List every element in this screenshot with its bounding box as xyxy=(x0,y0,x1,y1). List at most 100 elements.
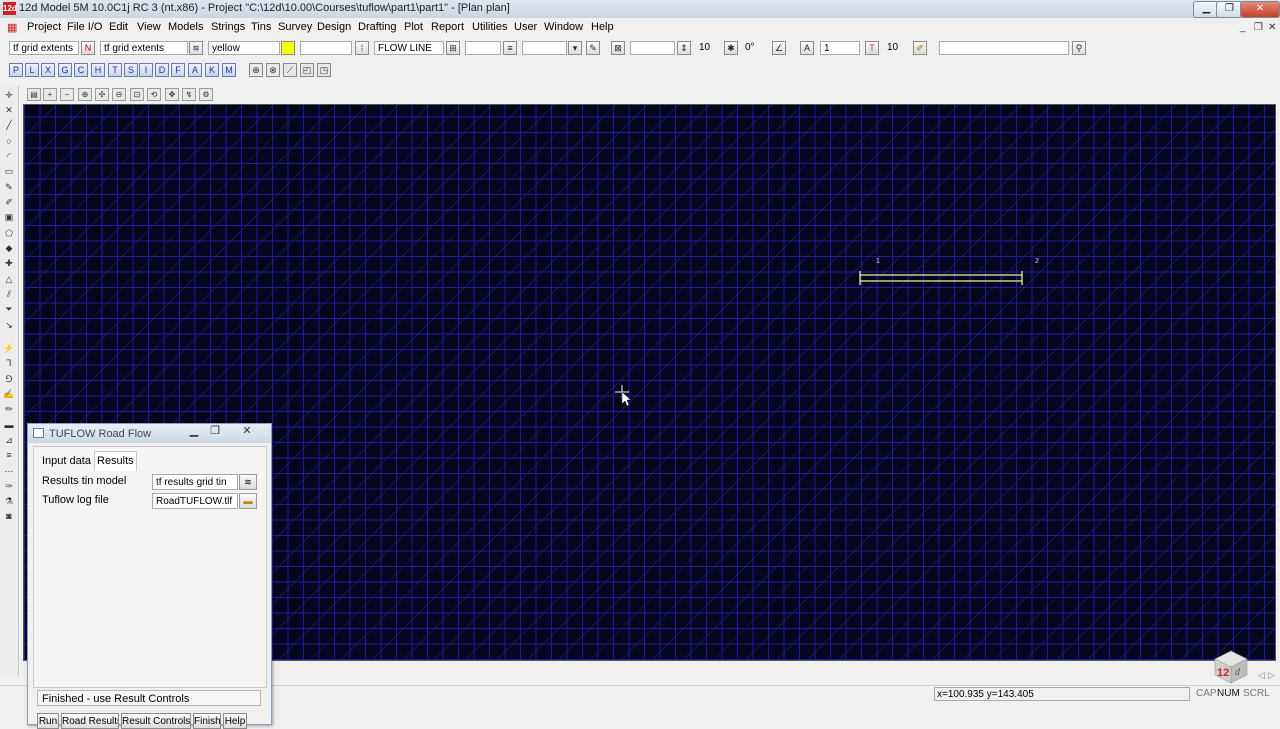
new-model-button[interactable]: N xyxy=(81,41,95,55)
menu-models[interactable]: Models xyxy=(168,21,203,33)
text-height-field[interactable]: 1 xyxy=(820,41,860,55)
snap-i-button[interactable]: I xyxy=(139,63,153,77)
snap-s-button[interactable]: S xyxy=(124,63,138,77)
maximize-button[interactable]: ❐ xyxy=(1216,1,1243,18)
rectangle-icon[interactable]: ▭ xyxy=(3,166,15,177)
zoom-window-icon[interactable]: ⊡ xyxy=(130,88,144,101)
flask-icon[interactable]: ⚗ xyxy=(3,496,15,507)
line-icon[interactable]: ╱ xyxy=(3,120,15,131)
rotate-icon[interactable]: ✱ xyxy=(724,41,738,55)
colour-swatch-button[interactable] xyxy=(281,41,295,55)
snap-k-button[interactable]: K xyxy=(205,63,219,77)
search-field[interactable] xyxy=(939,41,1069,55)
menu-edit[interactable]: Edit xyxy=(109,21,128,33)
menu-survey[interactable]: Survey xyxy=(278,21,312,33)
signature-icon[interactable]: ✑ xyxy=(3,481,15,492)
menu-file-io[interactable]: File I/O xyxy=(67,21,102,33)
pan-icon[interactable]: ✥ xyxy=(165,88,179,101)
pattern-icon[interactable]: ⊞ xyxy=(446,41,460,55)
snap-l-button[interactable]: L xyxy=(25,63,39,77)
mdi-close-button[interactable]: ✕ xyxy=(1268,22,1276,33)
menu-drafting[interactable]: Drafting xyxy=(358,21,397,33)
text-icon[interactable]: Ꞁ xyxy=(3,358,15,369)
tag-icon[interactable]: ↘ xyxy=(3,320,15,331)
annotate-icon[interactable]: ⅁ xyxy=(3,374,15,385)
flow-line-string[interactable] xyxy=(859,271,1023,285)
wand-icon[interactable]: ⚡ xyxy=(3,343,15,354)
snap-c-button[interactable]: C xyxy=(74,63,88,77)
symbol-field[interactable] xyxy=(630,41,675,55)
pencil-icon[interactable]: ✎ xyxy=(3,182,15,193)
symbol-icon[interactable]: ⊠ xyxy=(611,41,625,55)
scroll-left-icon[interactable]: ◁ xyxy=(1258,670,1265,681)
log-file-field[interactable]: RoadTUFLOW.tlf xyxy=(152,493,238,509)
layer-icon[interactable]: ▬ xyxy=(3,420,15,431)
dialog-maximize-button[interactable]: ❐ xyxy=(204,424,226,439)
brush-icon[interactable]: ✐ xyxy=(3,197,15,208)
pen-icon[interactable]: ✎ xyxy=(586,41,600,55)
text-height-icon[interactable]: A xyxy=(800,41,814,55)
tab-results[interactable]: Results xyxy=(94,451,137,471)
finish-button[interactable]: Finish xyxy=(193,713,221,729)
model-dropdown-icon[interactable]: ≋ xyxy=(189,41,203,55)
snap-g-button[interactable]: G xyxy=(58,63,72,77)
snap-m-button[interactable]: M xyxy=(222,63,236,77)
redraw-icon[interactable]: ↯ xyxy=(182,88,196,101)
camera-icon[interactable]: ◙ xyxy=(3,511,15,522)
result-controls-button[interactable]: Result Controls xyxy=(121,713,191,729)
tab-input-data[interactable]: Input data xyxy=(42,455,91,467)
zoom-extents-icon[interactable]: ✣ xyxy=(95,88,109,101)
pattern-field[interactable] xyxy=(465,41,501,55)
view-remove-icon[interactable]: − xyxy=(60,88,74,101)
snap-p-button[interactable]: P xyxy=(9,63,23,77)
linestyle-field[interactable]: FLOW LINE xyxy=(374,41,444,55)
funnel-icon[interactable]: ⏷ xyxy=(3,304,15,315)
text-button[interactable]: T xyxy=(865,41,879,55)
menu-design[interactable]: Design xyxy=(317,21,351,33)
move-icon[interactable]: ✚ xyxy=(3,258,15,269)
menu-project[interactable]: Project xyxy=(27,21,61,33)
model-select-field[interactable]: tf grid extents xyxy=(100,41,188,55)
scroll-right-icon[interactable]: ▷ xyxy=(1268,670,1275,681)
dialog-minimize-button[interactable]: ▁ xyxy=(183,424,205,439)
cross-icon[interactable]: ✛ xyxy=(3,90,15,101)
hatch-icon[interactable]: ≡ xyxy=(3,450,15,461)
dropdown-chevron-icon[interactable]: ▾ xyxy=(568,41,582,55)
view-add-icon[interactable]: + xyxy=(43,88,57,101)
zoom-out-icon[interactable]: ⊖ xyxy=(112,88,126,101)
arc-icon[interactable]: ◜ xyxy=(3,151,15,162)
help-button[interactable]: Help xyxy=(223,713,247,729)
snap-a-button[interactable]: A xyxy=(188,63,202,77)
angle-value[interactable]: 0° xyxy=(742,41,766,55)
zoom-previous-icon[interactable]: ⟲ xyxy=(147,88,161,101)
snap-f-button[interactable]: F xyxy=(171,63,185,77)
menu-strings[interactable]: Strings xyxy=(211,21,245,33)
edit-icon[interactable]: ✍ xyxy=(3,389,15,400)
results-tin-field[interactable]: tf results grid tin xyxy=(152,474,238,490)
model-field[interactable]: tf grid extents xyxy=(9,41,79,55)
angle-icon[interactable]: ∠ xyxy=(772,41,786,55)
menu-help[interactable]: Help xyxy=(591,21,614,33)
select-icon[interactable]: ◰ xyxy=(300,63,314,77)
lines-icon[interactable]: ≡ xyxy=(503,41,517,55)
text-style-field[interactable] xyxy=(522,41,567,55)
measure-icon[interactable]: ⟋ xyxy=(283,63,297,77)
road-results-button[interactable]: Road Results xyxy=(61,713,119,729)
results-tin-picker-icon[interactable]: ≋ xyxy=(239,474,257,490)
search-icon[interactable]: ⚲ xyxy=(1072,41,1086,55)
zoom-box-icon[interactable]: ⊗ xyxy=(266,63,280,77)
run-button[interactable]: Run xyxy=(37,713,59,729)
zoom-fit-icon[interactable]: ⊕ xyxy=(249,63,263,77)
mdi-doc-icon[interactable]: ▦ xyxy=(7,21,17,34)
snap-x-button[interactable]: X xyxy=(41,63,55,77)
paint-icon[interactable]: ✏ xyxy=(3,404,15,415)
menu-plot[interactable]: Plot xyxy=(404,21,423,33)
menu-view[interactable]: View xyxy=(137,21,161,33)
size-icon[interactable]: ⇕ xyxy=(677,41,691,55)
zoom-in-icon[interactable]: ⊕ xyxy=(78,88,92,101)
snap-d-button[interactable]: D xyxy=(155,63,169,77)
menu-utilities[interactable]: Utilities xyxy=(472,21,507,33)
colour-field[interactable]: yellow xyxy=(208,41,280,55)
folder-icon[interactable]: ▬ xyxy=(239,493,257,509)
size-value[interactable]: 10 xyxy=(696,41,720,55)
